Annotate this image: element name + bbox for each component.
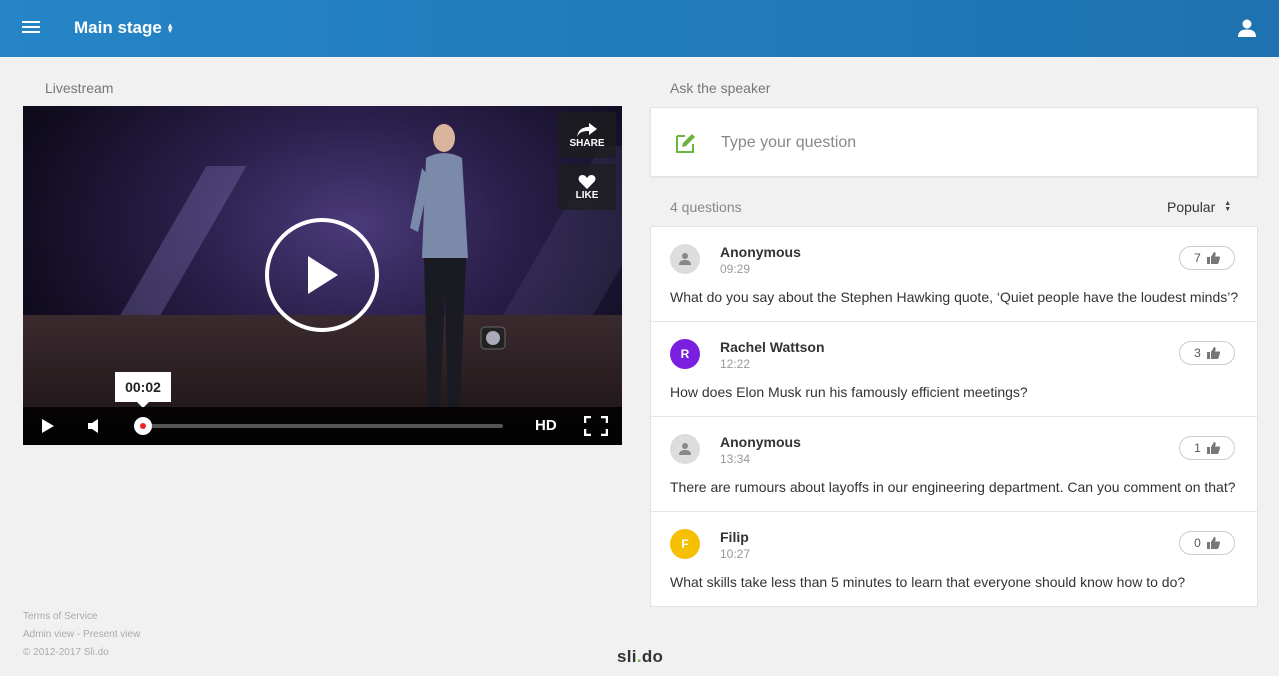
share-button[interactable]: SHARE <box>558 112 616 158</box>
sort-label: Popular <box>1167 199 1216 215</box>
avatar <box>670 244 700 274</box>
heart-icon <box>578 174 596 189</box>
logo-text-left: sli <box>617 647 637 666</box>
question-time: 09:29 <box>720 262 751 276</box>
slido-logo: sli.do <box>617 647 663 667</box>
ask-label: Ask the speaker <box>670 80 771 96</box>
like-label: LIKE <box>575 189 599 201</box>
video-controls: HD <box>23 407 622 445</box>
question-input-box[interactable] <box>650 107 1258 177</box>
admin-view-link[interactable]: Admin view <box>23 629 74 640</box>
stage-title: Main stage <box>74 18 162 37</box>
play-icon <box>308 256 338 294</box>
like-count: 0 <box>1194 536 1201 550</box>
compose-icon <box>676 134 695 153</box>
play-control-icon[interactable] <box>41 418 55 434</box>
big-play-button[interactable] <box>265 218 379 332</box>
seek-handle[interactable] <box>134 417 152 435</box>
thumbs-up-icon <box>1206 347 1220 359</box>
author-name: Anonymous <box>720 434 801 450</box>
question-item: Anonymous 13:34 1 There are rumours abou… <box>651 417 1257 512</box>
like-count: 7 <box>1194 251 1201 265</box>
upvote-button[interactable]: 1 <box>1179 436 1235 460</box>
avatar: F <box>670 529 700 559</box>
top-bar: Main stage ▴ ▾ <box>0 0 1279 57</box>
fullscreen-icon[interactable] <box>584 416 608 436</box>
question-time: 10:27 <box>720 547 751 561</box>
author-name: Rachel Wattson <box>720 339 825 355</box>
seek-bar[interactable] <box>134 417 503 435</box>
anonymous-user-icon <box>679 443 691 455</box>
like-video-button[interactable]: LIKE <box>558 164 616 210</box>
anonymous-user-icon <box>679 253 691 265</box>
volume-icon[interactable] <box>87 418 103 434</box>
speaker-figure <box>410 124 468 408</box>
thumbs-up-icon <box>1206 537 1220 549</box>
hamburger-menu-icon[interactable] <box>22 18 42 38</box>
avatar <box>670 434 700 464</box>
like-count: 1 <box>1194 441 1201 455</box>
user-icon[interactable] <box>1237 18 1257 38</box>
upvote-button[interactable]: 3 <box>1179 341 1235 365</box>
livestream-label: Livestream <box>45 80 114 96</box>
stage-selector[interactable]: Main stage ▴ ▾ <box>74 18 172 38</box>
terms-link[interactable]: Terms of Service <box>23 611 97 622</box>
footer-links: Terms of Service Admin view - Present vi… <box>23 608 140 662</box>
stage-light <box>480 326 506 350</box>
question-text: How does Elon Musk run his famously effi… <box>670 384 1028 400</box>
upvote-button[interactable]: 0 <box>1179 531 1235 555</box>
question-time: 12:22 <box>720 357 751 371</box>
question-text: There are rumours about layoffs in our e… <box>670 479 1236 495</box>
questions-list: Anonymous 09:29 7 What do you say about … <box>650 226 1258 607</box>
share-label: SHARE <box>569 137 605 149</box>
question-count: 4 questions <box>670 199 742 215</box>
avatar: R <box>670 339 700 369</box>
sort-arrows-icon: ▴ ▾ <box>167 20 173 35</box>
time-tooltip: 00:02 <box>115 372 171 408</box>
sort-arrows-icon: ▲ ▼ <box>1224 200 1232 213</box>
hd-toggle[interactable]: HD <box>535 417 557 434</box>
copyright: © 2012-2017 Sli.do <box>23 647 109 658</box>
present-view-link[interactable]: Present view <box>83 629 140 640</box>
like-count: 3 <box>1194 346 1201 360</box>
question-text: What do you say about the Stephen Hawkin… <box>670 289 1239 305</box>
thumbs-up-icon <box>1206 442 1220 454</box>
question-time: 13:34 <box>720 452 751 466</box>
question-input[interactable] <box>721 128 1221 158</box>
share-arrow-icon <box>577 122 597 137</box>
footer-separator: - <box>74 629 84 640</box>
thumbs-up-icon <box>1206 252 1220 264</box>
author-name: Filip <box>720 529 749 545</box>
question-text: What skills take less than 5 minutes to … <box>670 574 1186 590</box>
upvote-button[interactable]: 7 <box>1179 246 1235 270</box>
question-item: R Rachel Wattson 12:22 3 How does Elon M… <box>651 322 1257 417</box>
logo-text-right: do <box>641 647 664 666</box>
question-item: Anonymous 09:29 7 What do you say about … <box>651 227 1257 322</box>
video-player[interactable]: SHARE LIKE 00:02 HD <box>23 106 622 445</box>
sort-dropdown[interactable]: Popular ▲ ▼ <box>1167 199 1231 215</box>
question-item: F Filip 10:27 0 What skills take less th… <box>651 512 1257 607</box>
author-name: Anonymous <box>720 244 801 260</box>
